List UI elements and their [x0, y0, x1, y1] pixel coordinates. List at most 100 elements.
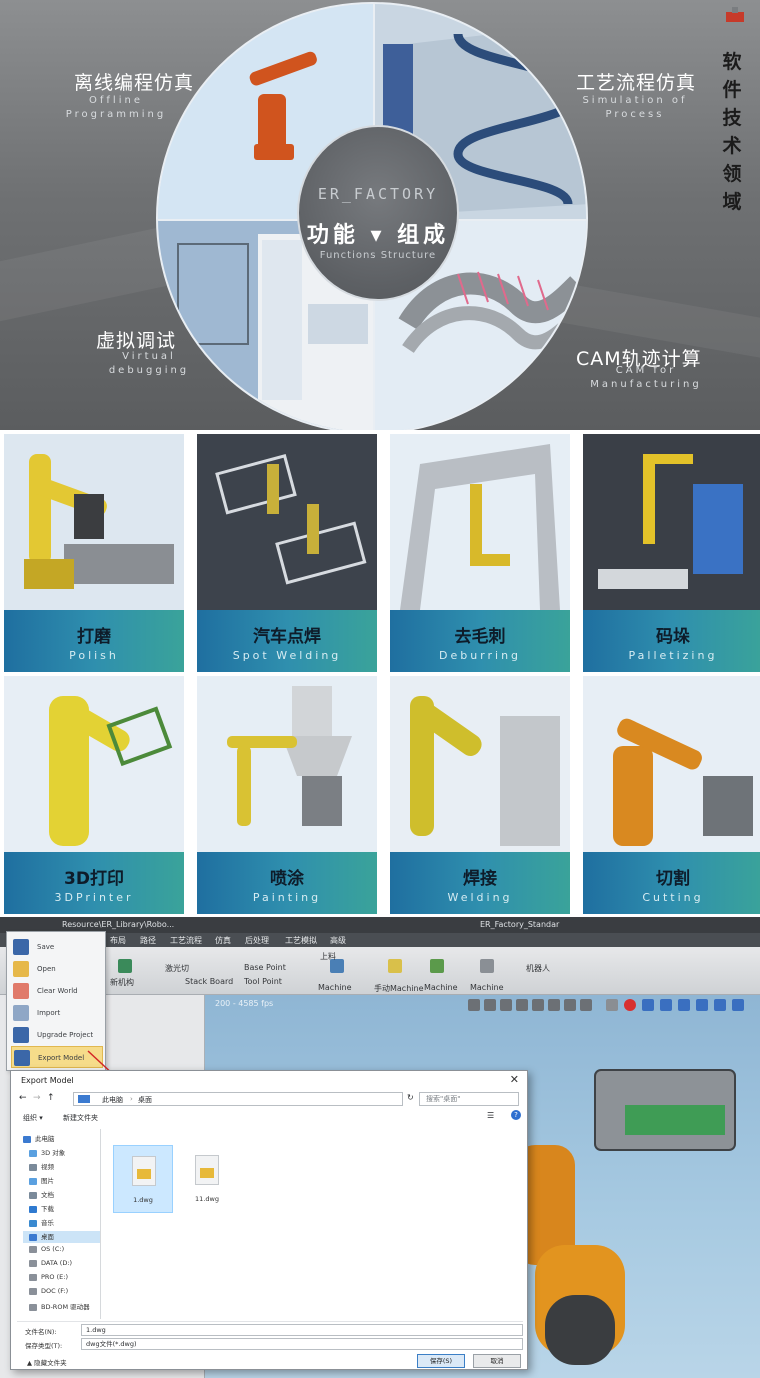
quadrant-title-virtual: 虚拟调试 [96, 330, 177, 352]
software-screenshot: Resource\ER_Library\Robo... ER_Factory_S… [0, 917, 760, 1378]
zoom-in-icon[interactable] [500, 999, 512, 1011]
nav-label: PRO (E:) [41, 1273, 68, 1281]
nav-item[interactable]: 下载 [29, 1203, 100, 1215]
cancel-button[interactable]: 取消 [473, 1354, 521, 1368]
ribbon-button[interactable]: Machine [318, 983, 352, 992]
ribbon-tab[interactable]: 工艺模拟 [285, 935, 317, 946]
tile-subtitle: 3DPrinter [54, 891, 134, 904]
camera-icon[interactable] [714, 999, 726, 1011]
ribbon-tab[interactable]: 路径 [140, 935, 156, 946]
nav-item[interactable]: 此电脑 [23, 1133, 100, 1145]
ribbon-button[interactable]: 上料 [320, 951, 336, 962]
back-icon[interactable]: ← [19, 1093, 27, 1103]
nav-item-selected[interactable]: 桌面 [23, 1231, 100, 1243]
nav-item[interactable]: PRO (E:) [29, 1273, 100, 1285]
ribbon-tab[interactable]: 仿真 [215, 935, 231, 946]
nav-label: 文档 [41, 1191, 54, 1199]
tile-deburring: 去毛刺 Deburring [390, 434, 570, 672]
tile-subtitle: Welding [447, 891, 513, 904]
nav-item[interactable]: BD-ROM 驱动器 [29, 1301, 100, 1313]
machine-icon[interactable] [480, 959, 494, 973]
quadrant-subtitle-offline: Offline Programming [65, 95, 167, 120]
nav-label: DOC (F:) [41, 1287, 69, 1295]
nav-item[interactable]: 视频 [29, 1161, 100, 1173]
breadcrumb-item[interactable]: 此电脑 [102, 1095, 123, 1105]
quadrant-title-process: 工艺流程仿真 [576, 72, 697, 94]
manual-machine-icon[interactable] [388, 959, 402, 973]
organize-button[interactable]: 组织 ▾ [23, 1113, 43, 1123]
box-icon[interactable] [642, 999, 654, 1011]
zoom-icon[interactable] [468, 999, 480, 1011]
dialog-title: Export Model [21, 1076, 74, 1085]
nav-label: 桌面 [41, 1233, 54, 1241]
tile-title: 打磨 [77, 627, 111, 647]
nav-item[interactable]: DATA (D:) [29, 1259, 100, 1271]
menu-item-clear-world[interactable]: Clear World [11, 980, 103, 1002]
filetype-select[interactable]: dwg文件(*.dwg) [81, 1338, 523, 1350]
camera-icon[interactable] [696, 999, 708, 1011]
nav-label: 视频 [41, 1163, 54, 1171]
camera-icon[interactable] [678, 999, 690, 1011]
record-icon[interactable] [624, 999, 636, 1011]
ribbon-button[interactable]: 手动Machine [374, 983, 424, 994]
breadcrumb-item[interactable]: 桌面 [138, 1095, 152, 1105]
3d-printer-image [4, 676, 184, 852]
ribbon-tab[interactable]: 布局 [110, 935, 126, 946]
help-icon[interactable]: ? [511, 1110, 521, 1120]
app-title: ER_Factory_Standar [480, 920, 560, 929]
pan-icon[interactable] [532, 999, 544, 1011]
forward-icon[interactable]: → [33, 1093, 41, 1103]
ribbon-button[interactable]: Machine [424, 983, 458, 992]
nav-item[interactable]: DOC (F:) [29, 1287, 100, 1299]
ribbon-tab[interactable]: 高级 [330, 935, 346, 946]
file-item[interactable]: 11.dwg [177, 1145, 237, 1213]
menu-item-save[interactable]: Save [11, 936, 103, 958]
ribbon-button[interactable]: 机器人 [526, 963, 550, 974]
ribbon-tab[interactable]: 工艺流程 [170, 935, 202, 946]
nav-item[interactable]: 图片 [29, 1175, 100, 1187]
ribbon-button[interactable]: Stack Board [185, 977, 233, 986]
filename-input[interactable]: 1.dwg [81, 1324, 523, 1336]
nav-item[interactable]: 3D 对象 [29, 1147, 100, 1159]
zoom-out-icon[interactable] [516, 999, 528, 1011]
view-options-icon[interactable]: ☰ [487, 1111, 494, 1120]
fit-icon[interactable] [564, 999, 576, 1011]
menu-item-import[interactable]: Import [11, 1002, 103, 1024]
ribbon-button[interactable]: Tool Point [244, 977, 282, 986]
side-title: 软 件 技 术 领 域 [720, 48, 744, 216]
grid-icon[interactable] [660, 999, 672, 1011]
ribbon-button[interactable]: Machine [470, 983, 504, 992]
rotate-icon[interactable] [548, 999, 560, 1011]
layout-icon[interactable] [118, 959, 132, 973]
tile-welding: 焊接 Welding [390, 676, 570, 914]
camera-icon[interactable] [732, 999, 744, 1011]
nav-item[interactable]: 文档 [29, 1189, 100, 1201]
view-icon[interactable] [580, 999, 592, 1011]
refresh-icon[interactable]: ↻ [407, 1093, 414, 1102]
up-icon[interactable]: ↑ [47, 1093, 55, 1103]
color-swatch-icon[interactable] [606, 999, 618, 1011]
new-folder-button[interactable]: 新建文件夹 [63, 1113, 98, 1123]
tile-title: 汽车点焊 [253, 627, 321, 647]
palletizing-image [583, 434, 760, 610]
ribbon-button[interactable]: Base Point [244, 963, 286, 972]
menu-item-open[interactable]: Open [11, 958, 103, 980]
close-icon[interactable]: ✕ [510, 1073, 519, 1086]
shield-icon[interactable] [484, 999, 496, 1011]
ribbon-tab[interactable]: 后处理 [245, 935, 269, 946]
ribbon-button[interactable]: 新机构 [110, 977, 134, 988]
hub-title: 功能 ▾ 组成 [306, 223, 450, 248]
address-input[interactable]: 此电脑 › 桌面 [73, 1092, 403, 1106]
nav-item[interactable]: 音乐 [29, 1217, 100, 1229]
hide-folders-toggle[interactable]: ▲ 隐藏文件夹 [27, 1357, 67, 1367]
machine-icon[interactable] [430, 959, 444, 973]
menu-item-upgrade-project[interactable]: Upgrade Project [11, 1024, 103, 1046]
search-input[interactable]: 搜索"桌面" [419, 1092, 519, 1106]
save-button[interactable]: 保存(S) [417, 1354, 465, 1368]
nav-item[interactable]: OS (C:) [29, 1245, 100, 1257]
nav-label: 图片 [41, 1177, 54, 1185]
viewport-status: 200 - 4585 fps [215, 999, 274, 1008]
ribbon-button[interactable]: 激光切 [165, 963, 189, 974]
upgrade-icon [13, 1027, 29, 1043]
file-item[interactable]: 1.dwg [113, 1145, 173, 1213]
